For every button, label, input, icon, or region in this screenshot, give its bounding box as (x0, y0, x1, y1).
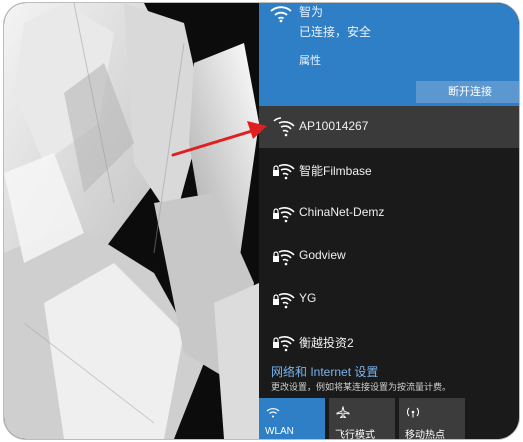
network-item[interactable]: Godview (259, 235, 519, 277)
hotspot-icon (407, 407, 419, 418)
network-item[interactable]: 衡越投资2 (259, 321, 519, 363)
wifi-icon (269, 3, 293, 23)
disconnect-button[interactable]: 断开连接 (416, 81, 519, 103)
secured-wifi-icon (271, 289, 295, 309)
network-settings-description: 更改设置，例如将某连接设置为按流量计费。 (271, 382, 452, 392)
network-name: Godview (299, 248, 346, 262)
secured-wifi-icon (271, 160, 295, 180)
network-name: YG (299, 291, 317, 305)
airplane-icon (336, 406, 350, 418)
desktop-wallpaper (4, 3, 259, 439)
mobile-hotspot-label: 移动热点 (405, 430, 445, 439)
network-name: ChinaNet-Demz (299, 205, 385, 219)
wlan-label: WLAN (265, 426, 294, 437)
secured-wifi-icon (271, 203, 295, 223)
network-settings-link[interactable]: 网络和 Internet 设置 (271, 363, 378, 380)
network-name: 衡越投资2 (299, 336, 354, 350)
secured-wifi-icon (271, 246, 295, 266)
network-flyout: 智为 已连接，安全 属性 断开连接 AP10014267 智能Filmbase Ch… (259, 3, 519, 439)
network-item[interactable]: AP10014267 (259, 106, 519, 148)
connected-network-card[interactable]: 智为 已连接，安全 属性 断开连接 (259, 3, 519, 108)
network-item[interactable]: 智能Filmbase (259, 149, 519, 191)
connection-status: 已连接，安全 (299, 25, 372, 39)
mobile-hotspot-toggle[interactable]: 移动热点 (399, 398, 465, 439)
network-item[interactable]: ChinaNet-Demz (259, 192, 519, 234)
airplane-mode-toggle[interactable]: 飞行模式 (329, 398, 395, 439)
screenshot-frame: 智为 已连接，安全 属性 断开连接 AP10014267 智能Filmbase Ch… (4, 3, 519, 439)
network-item[interactable]: YG (259, 278, 519, 320)
wifi-icon (266, 408, 280, 418)
airplane-mode-label: 飞行模式 (335, 430, 375, 439)
network-name: AP10014267 (299, 119, 369, 133)
secured-wifi-icon (271, 332, 295, 352)
wlan-toggle[interactable]: WLAN (259, 398, 325, 439)
annotation-arrow (171, 121, 267, 157)
connected-network-name: 智为 (299, 5, 324, 19)
network-name: 智能Filmbase (299, 164, 372, 178)
properties-link[interactable]: 属性 (299, 52, 321, 68)
